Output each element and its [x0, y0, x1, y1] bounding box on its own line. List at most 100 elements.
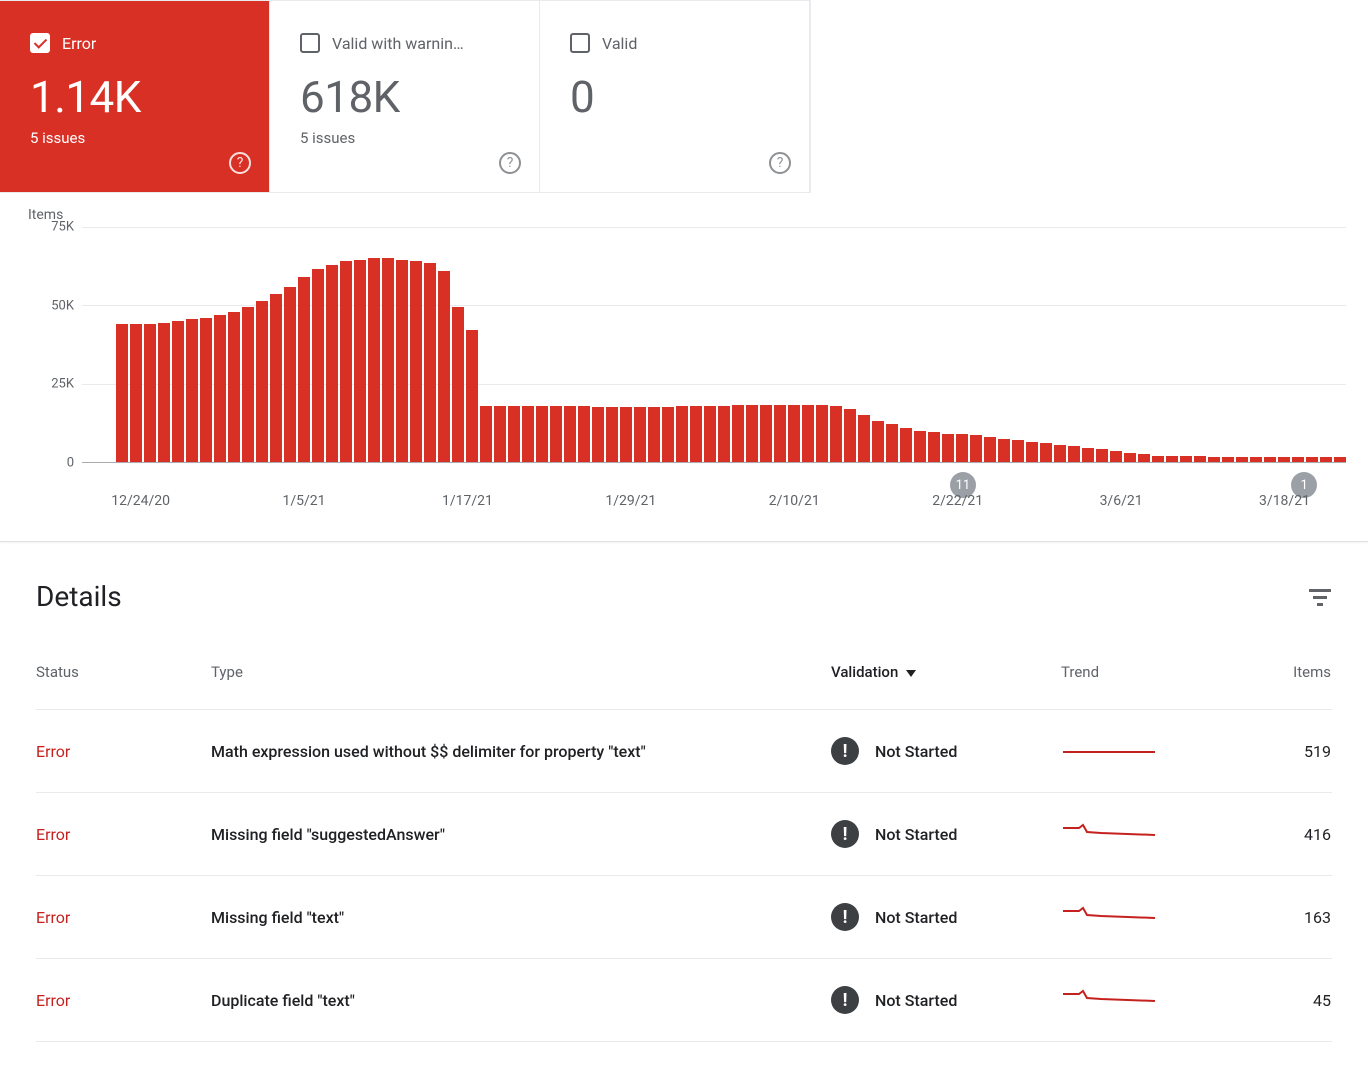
bar[interactable] [130, 324, 142, 462]
bar[interactable] [424, 263, 436, 462]
bar[interactable] [788, 405, 800, 462]
th-items[interactable]: Items [1201, 663, 1331, 681]
bar[interactable] [1012, 440, 1024, 462]
bar[interactable] [340, 261, 352, 462]
bar[interactable] [886, 424, 898, 462]
bar[interactable] [1180, 456, 1192, 462]
bar[interactable] [1054, 445, 1066, 462]
bar[interactable] [1152, 456, 1164, 462]
bar[interactable] [970, 435, 982, 462]
bar[interactable] [438, 271, 450, 462]
help-icon[interactable]: ? [769, 152, 791, 174]
bar[interactable] [634, 407, 646, 462]
bar[interactable] [676, 406, 688, 462]
bar[interactable] [382, 258, 394, 462]
bar[interactable] [536, 406, 548, 462]
bar[interactable] [270, 294, 282, 462]
bar[interactable] [410, 261, 422, 462]
bar[interactable] [1292, 457, 1304, 462]
bar[interactable] [228, 312, 240, 462]
bar[interactable] [1138, 454, 1150, 462]
bar[interactable] [774, 405, 786, 462]
bar[interactable] [648, 407, 660, 462]
bar[interactable] [690, 406, 702, 462]
bar[interactable] [452, 307, 464, 462]
help-icon[interactable]: ? [229, 152, 251, 174]
checkbox-icon[interactable] [30, 33, 50, 53]
bar[interactable] [508, 406, 520, 462]
bar[interactable] [1194, 456, 1206, 462]
bar[interactable] [1026, 442, 1038, 462]
bar[interactable] [480, 406, 492, 462]
bar[interactable] [872, 421, 884, 462]
bar[interactable] [494, 406, 506, 462]
bar[interactable] [830, 406, 842, 462]
bar[interactable] [242, 307, 254, 462]
table-row[interactable]: ErrorDuplicate field "text"!Not Started4… [36, 959, 1332, 1042]
bar[interactable] [1124, 453, 1136, 462]
th-trend[interactable]: Trend [1061, 663, 1201, 681]
bar[interactable] [298, 277, 310, 462]
bar[interactable] [956, 434, 968, 462]
bar[interactable] [802, 405, 814, 462]
bar[interactable] [1306, 457, 1318, 462]
bar[interactable] [1110, 451, 1122, 462]
th-status[interactable]: Status [36, 663, 211, 681]
bar[interactable] [1222, 457, 1234, 462]
bar[interactable] [550, 406, 562, 462]
bar[interactable] [746, 405, 758, 462]
checkbox-icon[interactable] [570, 33, 590, 53]
bar[interactable] [718, 406, 730, 462]
bar[interactable] [284, 287, 296, 462]
bar[interactable] [368, 258, 380, 462]
bar[interactable] [858, 415, 870, 462]
bar[interactable] [1264, 457, 1276, 462]
table-row[interactable]: ErrorMath expression used without $$ del… [36, 710, 1332, 793]
checkbox-icon[interactable] [300, 33, 320, 53]
bar[interactable] [256, 301, 268, 462]
bar[interactable] [200, 318, 212, 462]
bar[interactable] [1278, 457, 1290, 462]
bar[interactable] [466, 330, 478, 462]
bar[interactable] [592, 407, 604, 462]
bar[interactable] [1320, 457, 1332, 462]
bar[interactable] [1096, 449, 1108, 462]
bar[interactable] [186, 319, 198, 462]
bar[interactable] [704, 406, 716, 462]
bar[interactable] [998, 439, 1010, 463]
bar[interactable] [984, 437, 996, 462]
bar[interactable] [914, 431, 926, 462]
plot-area[interactable]: 11 1 [82, 227, 1346, 463]
bar[interactable] [578, 406, 590, 462]
th-type[interactable]: Type [211, 663, 831, 681]
bar[interactable] [844, 409, 856, 462]
bar[interactable] [326, 265, 338, 462]
card-valid-warnings[interactable]: Valid with warnin… 618K 5 issues ? [270, 0, 540, 192]
bar[interactable] [620, 407, 632, 462]
bar[interactable] [1040, 443, 1052, 462]
bar[interactable] [732, 405, 744, 462]
bar[interactable] [214, 315, 226, 462]
bar[interactable] [1334, 457, 1346, 462]
bar[interactable] [1082, 448, 1094, 462]
bar[interactable] [144, 324, 156, 462]
bar[interactable] [172, 321, 184, 462]
bar[interactable] [662, 407, 674, 462]
bar[interactable] [564, 406, 576, 462]
bar[interactable] [1166, 456, 1178, 462]
bar[interactable] [158, 323, 170, 462]
bar[interactable] [760, 405, 772, 462]
bar[interactable] [1068, 446, 1080, 462]
bar[interactable] [312, 269, 324, 462]
bar[interactable] [606, 407, 618, 462]
bar[interactable] [1236, 457, 1248, 462]
bar[interactable] [522, 406, 534, 462]
card-valid[interactable]: Valid 0 ? [540, 0, 810, 192]
bar[interactable] [942, 434, 954, 462]
bar[interactable] [354, 260, 366, 462]
filter-icon[interactable] [1308, 585, 1332, 609]
bar[interactable] [900, 428, 912, 462]
bar[interactable] [928, 432, 940, 462]
table-row[interactable]: ErrorMissing field "suggestedAnswer"!Not… [36, 793, 1332, 876]
bar[interactable] [396, 260, 408, 462]
